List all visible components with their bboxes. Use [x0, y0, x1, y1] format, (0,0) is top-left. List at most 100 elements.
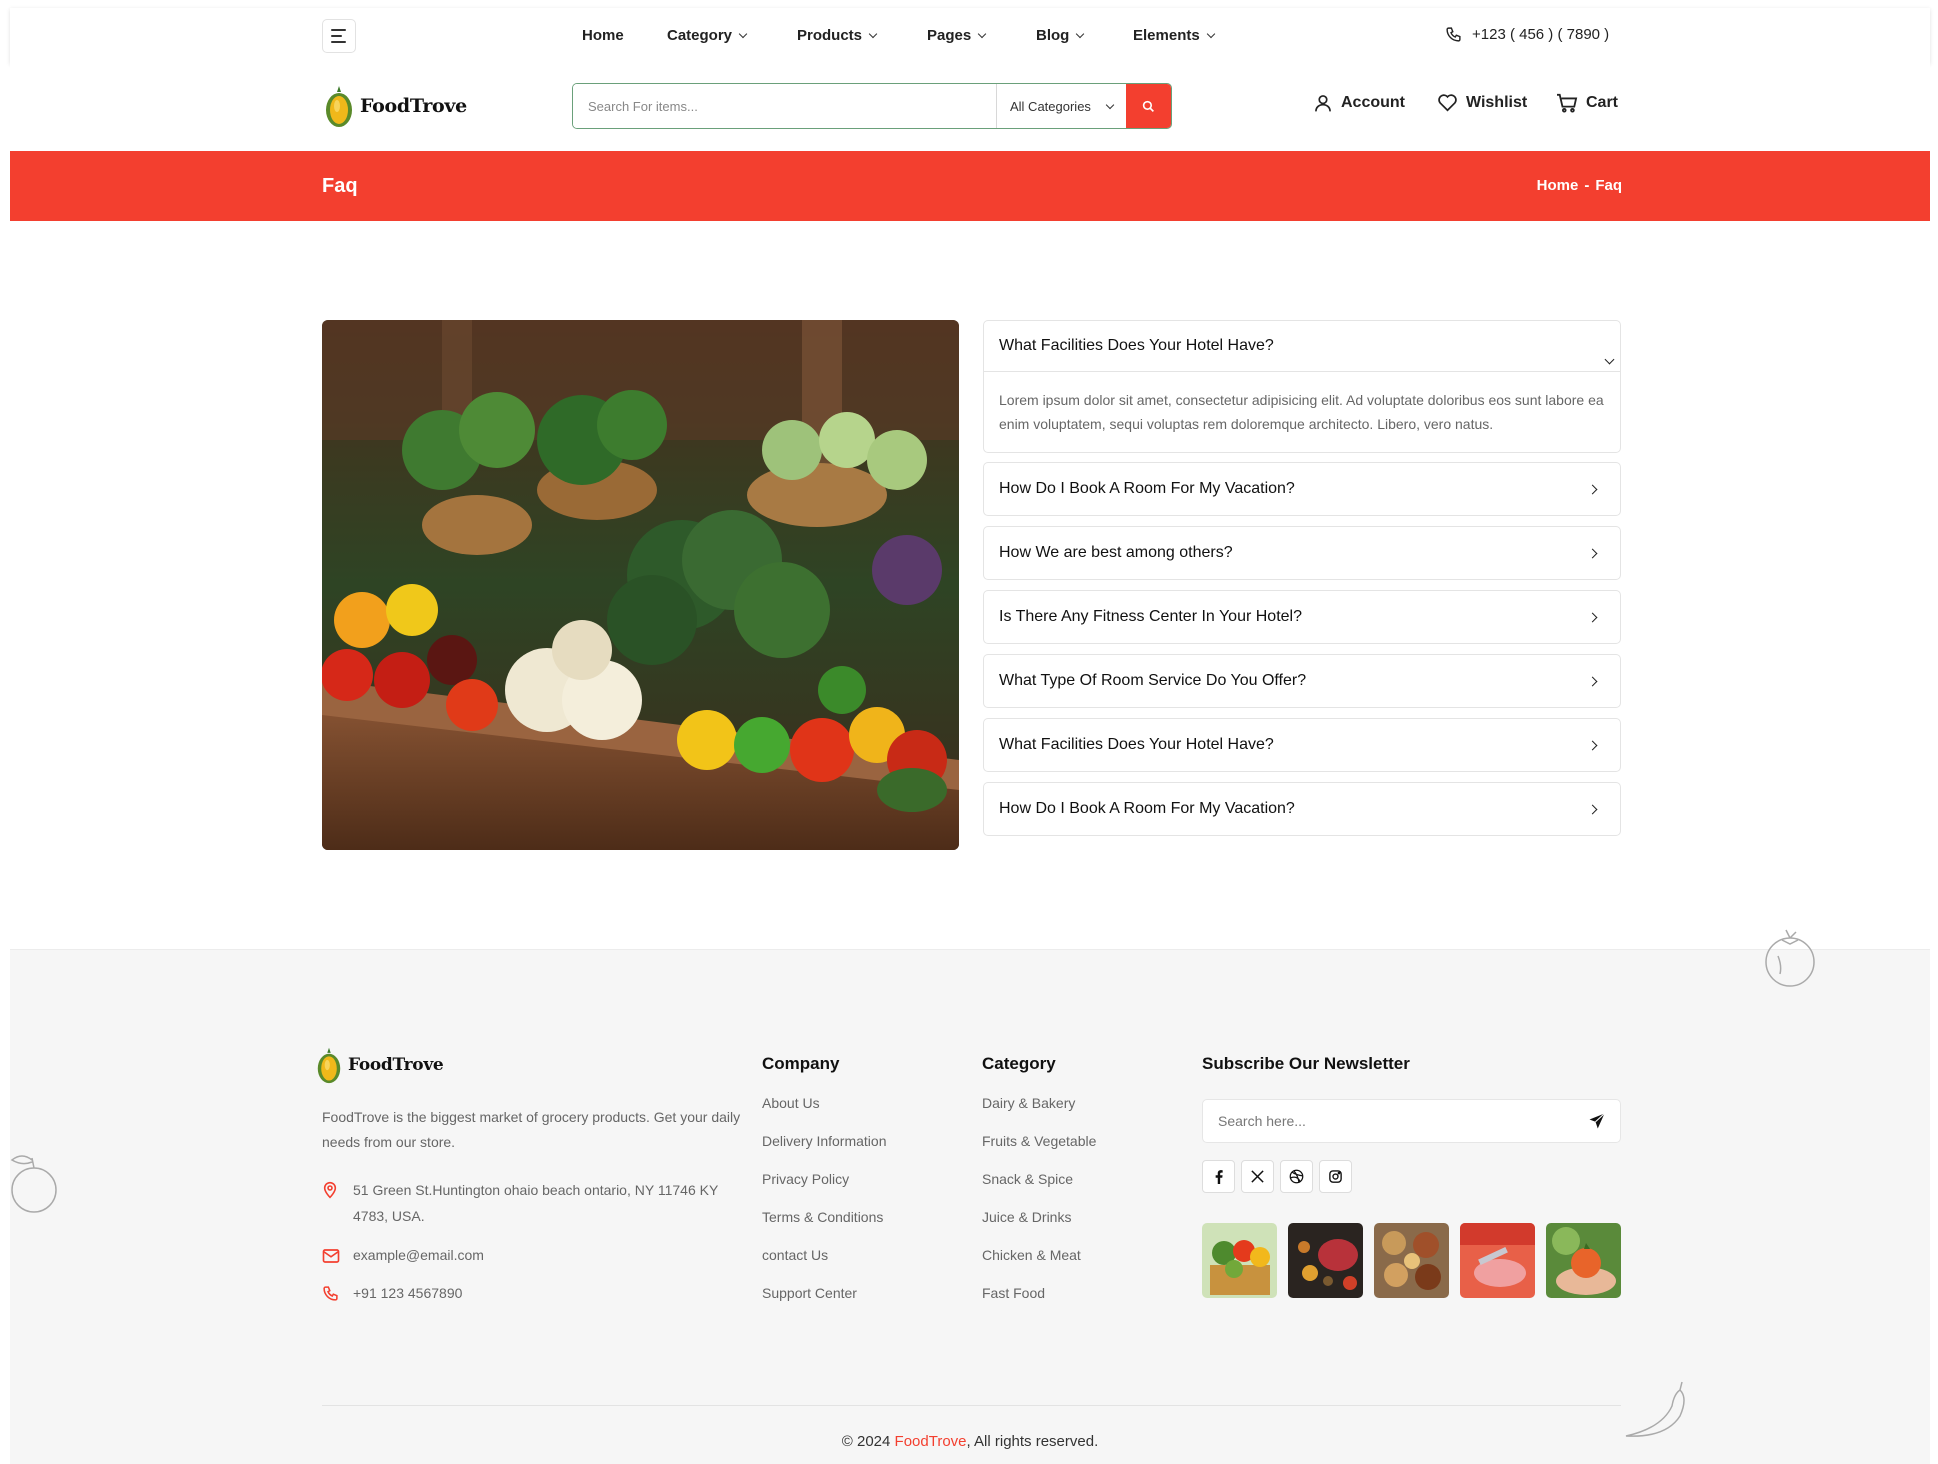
footer-link[interactable]: About Us — [762, 1095, 887, 1133]
gallery-thumb[interactable] — [1288, 1223, 1363, 1298]
chevron-down-icon — [868, 29, 878, 38]
category-select[interactable]: All Categories — [996, 84, 1126, 128]
phone-number: +123 ( 456 ) ( 7890 ) — [1472, 26, 1610, 43]
location-pin-icon — [323, 1181, 337, 1199]
logo-text: FoodTrove — [360, 95, 467, 117]
chevron-right-icon — [1587, 740, 1598, 750]
faq-answer: Lorem ipsum dolor sit amet, consectetur … — [999, 392, 1604, 432]
header-phone[interactable]: +123 ( 456 ) ( 7890 ) — [1445, 26, 1609, 43]
site-logo[interactable]: FoodTrove — [324, 84, 467, 128]
footer-link[interactable]: Snack & Spice — [982, 1171, 1096, 1209]
facebook-icon[interactable] — [1202, 1160, 1235, 1193]
instagram-gallery — [1202, 1223, 1621, 1298]
chevron-down-icon — [738, 29, 748, 38]
footer-link[interactable]: Delivery Information — [762, 1133, 887, 1171]
mail-icon — [322, 1249, 340, 1263]
footer-phone[interactable]: +91 123 4567890 — [322, 1280, 462, 1310]
footer-link[interactable]: Privacy Policy — [762, 1171, 887, 1209]
x-twitter-icon[interactable] — [1241, 1160, 1274, 1193]
footer-link[interactable]: Terms & Conditions — [762, 1209, 887, 1247]
faq-item: What Type Of Room Service Do You Offer? — [983, 654, 1621, 708]
breadcrumb: Home - Faq — [1537, 177, 1622, 194]
faq-item: How Do I Book A Room For My Vacation? — [983, 462, 1621, 516]
top-navbar: Home Category Products Pages Blog Elemen… — [10, 8, 1930, 64]
faq-question[interactable]: What Facilities Does Your Hotel Have? — [984, 321, 1620, 372]
footer-company-heading: Company — [762, 1054, 840, 1073]
logo-fruit-icon — [326, 86, 352, 127]
chevron-down-icon — [1604, 354, 1615, 365]
faq-item: What Facilities Does Your Hotel Have? — [983, 718, 1621, 772]
search-icon — [1142, 100, 1154, 112]
footer-link[interactable]: Chicken & Meat — [982, 1247, 1096, 1285]
faq-question[interactable]: How Do I Book A Room For My Vacation? — [984, 783, 1620, 835]
phone-icon — [1446, 27, 1461, 42]
gallery-thumb[interactable] — [1202, 1223, 1277, 1298]
faq-question[interactable]: Is There Any Fitness Center In Your Hote… — [984, 591, 1620, 643]
main-header: FoodTrove All Categories Account Wishlis… — [10, 64, 1930, 148]
vegetables-market-image — [322, 320, 959, 850]
nav-products[interactable]: Products — [797, 27, 878, 44]
nav-blog[interactable]: Blog — [1036, 27, 1085, 44]
nav-category[interactable]: Category — [667, 27, 748, 44]
nav-elements[interactable]: Elements — [1133, 27, 1215, 44]
footer-description: FoodTrove is the biggest market of groce… — [322, 1109, 741, 1150]
footer-link[interactable]: Fast Food — [982, 1285, 1096, 1323]
newsletter-heading: Subscribe Our Newsletter — [1202, 1054, 1410, 1073]
hamburger-icon[interactable] — [322, 19, 356, 53]
footer-logo[interactable]: FoodTrove — [316, 1046, 444, 1084]
dribbble-icon[interactable] — [1280, 1160, 1313, 1193]
user-icon — [1315, 95, 1331, 112]
faq-accordion: What Facilities Does Your Hotel Have? Lo… — [983, 320, 1621, 846]
chevron-down-icon — [977, 29, 987, 38]
logo-fruit-icon — [317, 1047, 341, 1084]
newsletter-form — [1202, 1099, 1621, 1143]
chevron-right-icon — [1587, 484, 1598, 494]
chevron-right-icon — [1587, 676, 1598, 686]
wishlist-link[interactable]: Wishlist — [1437, 93, 1527, 112]
faq-question[interactable]: What Type Of Room Service Do You Offer? — [984, 655, 1620, 707]
faq-item: What Facilities Does Your Hotel Have? Lo… — [983, 320, 1621, 453]
chevron-right-icon — [1587, 548, 1598, 558]
footer-address: 51 Green St.Huntington ohaio beach ontar… — [322, 1177, 732, 1229]
nav-home[interactable]: Home — [582, 27, 624, 44]
search-input[interactable] — [573, 84, 996, 128]
search-button[interactable] — [1126, 84, 1171, 128]
copyright-brand-link[interactable]: FoodTrove — [895, 1433, 967, 1450]
cart-icon — [1557, 93, 1578, 113]
faq-item: How We are best among others? — [983, 526, 1621, 580]
gallery-thumb[interactable] — [1374, 1223, 1449, 1298]
cart-link[interactable]: Cart — [1556, 93, 1618, 113]
instagram-icon[interactable] — [1319, 1160, 1352, 1193]
breadcrumb-home[interactable]: Home — [1537, 177, 1579, 194]
footer-category-heading: Category — [982, 1054, 1056, 1073]
footer-link[interactable]: Support Center — [762, 1285, 887, 1323]
chevron-down-icon — [1206, 29, 1215, 38]
apple-doodle-icon — [10, 1155, 57, 1213]
newsletter-input[interactable] — [1218, 1113, 1558, 1129]
account-link[interactable]: Account — [1313, 93, 1405, 113]
tomato-doodle-icon — [1765, 929, 1815, 987]
footer-company-links: About Us Delivery Information Privacy Po… — [762, 1095, 887, 1323]
faq-question[interactable]: How Do I Book A Room For My Vacation? — [984, 463, 1620, 515]
faq-item: Is There Any Fitness Center In Your Hote… — [983, 590, 1621, 644]
footer-divider — [322, 1405, 1621, 1406]
send-icon[interactable] — [1588, 1112, 1606, 1130]
footer-email[interactable]: example@email.com — [322, 1242, 484, 1272]
heart-icon — [1438, 94, 1457, 112]
footer-link[interactable]: Dairy & Bakery — [982, 1095, 1096, 1133]
footer-link[interactable]: Juice & Drinks — [982, 1209, 1096, 1247]
chevron-down-icon — [1076, 29, 1085, 38]
page-title: Faq — [322, 175, 358, 197]
footer-category-links: Dairy & Bakery Fruits & Vegetable Snack … — [982, 1095, 1096, 1323]
chevron-right-icon — [1587, 612, 1598, 622]
footer-link[interactable]: contact Us — [762, 1247, 887, 1285]
phone-icon — [323, 1286, 338, 1301]
footer-logo-text: FoodTrove — [348, 1055, 444, 1075]
nav-pages[interactable]: Pages — [927, 27, 987, 44]
gallery-thumb[interactable] — [1460, 1223, 1535, 1298]
gallery-thumb[interactable] — [1546, 1223, 1621, 1298]
page-banner: Faq Home - Faq — [10, 151, 1930, 221]
faq-question[interactable]: What Facilities Does Your Hotel Have? — [984, 719, 1620, 771]
faq-question[interactable]: How We are best among others? — [984, 527, 1620, 579]
footer-link[interactable]: Fruits & Vegetable — [982, 1133, 1096, 1171]
